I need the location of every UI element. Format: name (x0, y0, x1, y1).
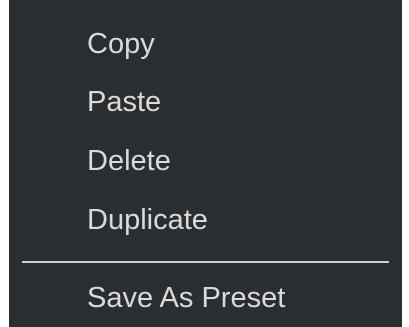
menu-item-copy[interactable]: Copy (87, 30, 155, 59)
menu-separator (22, 261, 389, 263)
menu-item-paste[interactable]: Paste (87, 88, 161, 117)
menu-item-save-as-preset[interactable]: Save As Preset (87, 284, 285, 313)
context-menu: Copy Paste Delete Duplicate Save As Pres… (9, 0, 402, 327)
menu-item-delete[interactable]: Delete (87, 147, 171, 176)
menu-item-duplicate[interactable]: Duplicate (87, 206, 208, 235)
